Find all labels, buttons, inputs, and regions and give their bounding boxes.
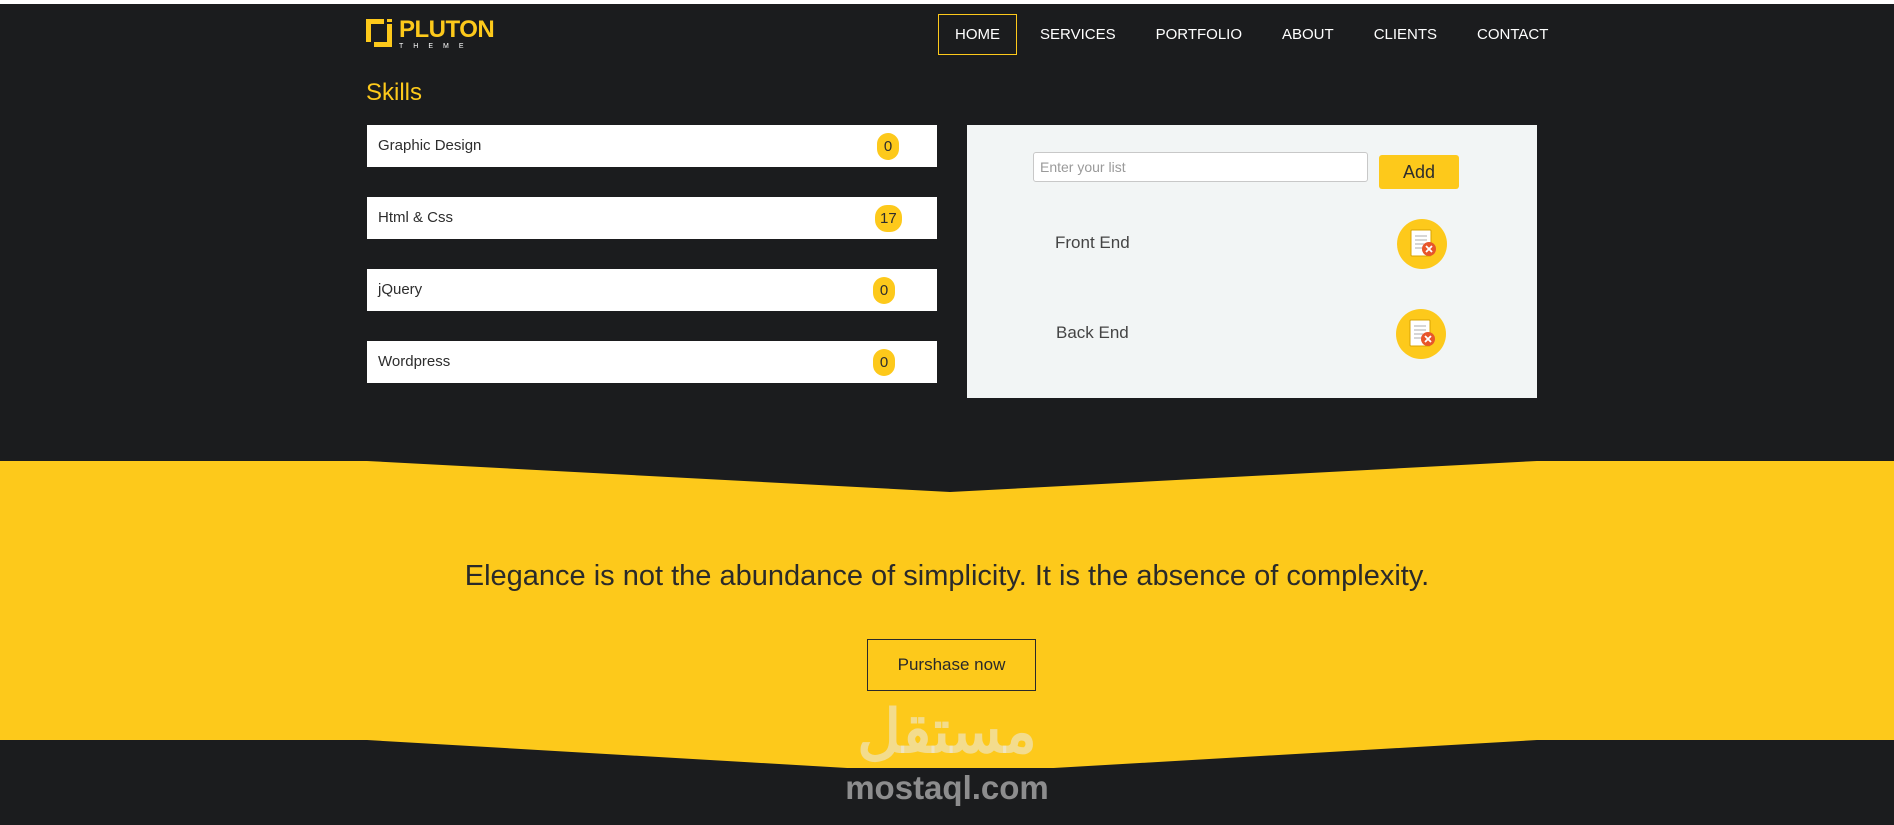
skill-count-badge: 0 bbox=[877, 133, 899, 160]
banner-quote: Elegance is not the abundance of simplic… bbox=[464, 560, 1430, 592]
nav-services[interactable]: SERVICES bbox=[1023, 14, 1133, 55]
list-panel: Add Front End Back End bbox=[967, 125, 1537, 398]
skill-label: Wordpress bbox=[378, 353, 451, 370]
main-nav: HOME SERVICES PORTFOLIO ABOUT CLIENTS CO… bbox=[938, 14, 1571, 55]
logo-title: PLUTON bbox=[399, 16, 495, 43]
skill-row-html-css[interactable]: Html & Css 17 bbox=[367, 197, 937, 239]
nav-home[interactable]: HOME bbox=[938, 14, 1017, 55]
skill-row-jquery[interactable]: jQuery 0 bbox=[367, 269, 937, 311]
logo-subtitle: THEME bbox=[399, 43, 474, 50]
skill-count-badge: 0 bbox=[873, 349, 895, 376]
list-input[interactable] bbox=[1033, 152, 1368, 182]
logo-mark-icon bbox=[366, 19, 392, 47]
list-item-label: Front End bbox=[1055, 233, 1130, 252]
skill-count-badge: 17 bbox=[875, 205, 902, 232]
skill-label: Graphic Design bbox=[378, 137, 482, 154]
watermark-arabic: مستقل bbox=[857, 698, 1037, 765]
skill-count-badge: 0 bbox=[873, 277, 895, 304]
list-item-label: Back End bbox=[1056, 323, 1129, 342]
nav-portfolio[interactable]: PORTFOLIO bbox=[1139, 14, 1259, 55]
delete-document-icon[interactable] bbox=[1396, 309, 1446, 359]
nav-clients[interactable]: CLIENTS bbox=[1357, 14, 1454, 55]
skills-title: Skills bbox=[366, 79, 423, 106]
top-border bbox=[0, 0, 1894, 4]
nav-about[interactable]: ABOUT bbox=[1265, 14, 1351, 55]
nav-contact[interactable]: CONTACT bbox=[1460, 14, 1565, 55]
skill-row-wordpress[interactable]: Wordpress 0 bbox=[367, 341, 937, 383]
delete-document-icon[interactable] bbox=[1397, 219, 1447, 269]
watermark-latin: mostaql.com bbox=[845, 769, 1049, 806]
skill-label: jQuery bbox=[378, 281, 423, 298]
skill-row-graphic-design[interactable]: Graphic Design 0 bbox=[367, 125, 937, 167]
skill-label: Html & Css bbox=[378, 209, 453, 226]
add-button[interactable]: Add bbox=[1379, 155, 1459, 189]
purchase-button[interactable]: Purshase now bbox=[867, 639, 1036, 691]
logo[interactable]: PLUTON THEME bbox=[366, 16, 495, 50]
